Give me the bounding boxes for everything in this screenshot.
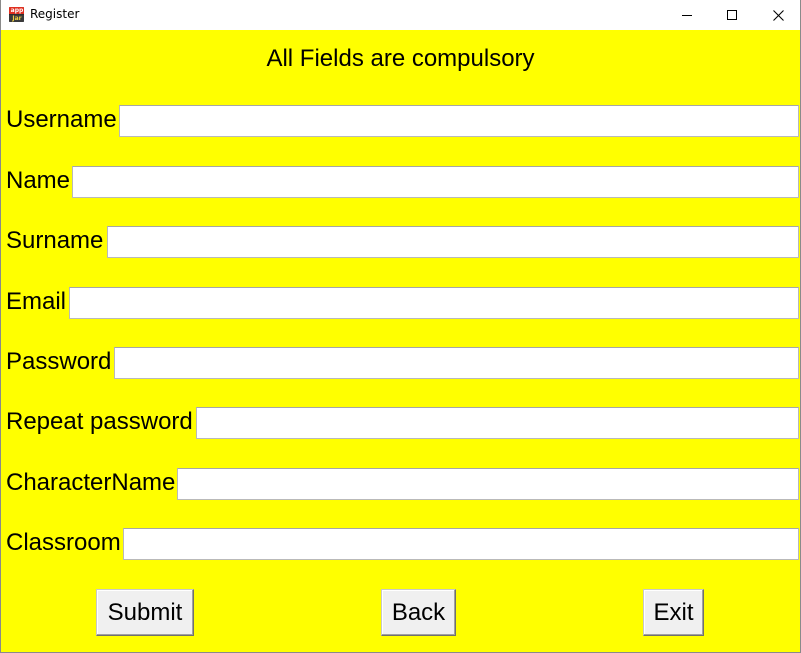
- name-label: Name: [6, 167, 71, 194]
- email-input[interactable]: [69, 287, 799, 319]
- password-label: Password: [6, 348, 112, 375]
- submit-button[interactable]: Submit: [96, 589, 194, 636]
- repeat-password-label: Repeat password: [6, 408, 193, 435]
- back-button[interactable]: Back: [381, 589, 456, 636]
- surname-input[interactable]: [107, 226, 799, 258]
- classroom-input[interactable]: [123, 528, 799, 560]
- username-input[interactable]: [119, 105, 799, 137]
- surname-label: Surname: [6, 227, 104, 254]
- window-title: Register: [30, 7, 80, 21]
- email-label: Email: [6, 288, 67, 315]
- name-input[interactable]: [72, 166, 799, 198]
- register-window: app Jar Register All Fields are compulso…: [0, 0, 801, 653]
- minimize-icon: [682, 15, 692, 16]
- maximize-icon: [727, 10, 737, 20]
- username-label: Username: [6, 106, 117, 133]
- password-input[interactable]: [114, 347, 799, 379]
- classroom-label: Classroom: [6, 529, 121, 556]
- close-icon: [772, 9, 784, 21]
- title-bar[interactable]: app Jar Register: [1, 0, 800, 30]
- charactername-label: CharacterName: [6, 469, 176, 496]
- exit-button[interactable]: Exit: [643, 589, 704, 636]
- charactername-input[interactable]: [177, 468, 799, 500]
- appjar-icon: app Jar: [9, 7, 24, 22]
- repeat-password-input[interactable]: [196, 407, 799, 439]
- form-heading: All Fields are compulsory: [266, 45, 535, 72]
- close-button[interactable]: [755, 0, 801, 30]
- minimize-button[interactable]: [664, 0, 710, 30]
- maximize-button[interactable]: [709, 0, 755, 30]
